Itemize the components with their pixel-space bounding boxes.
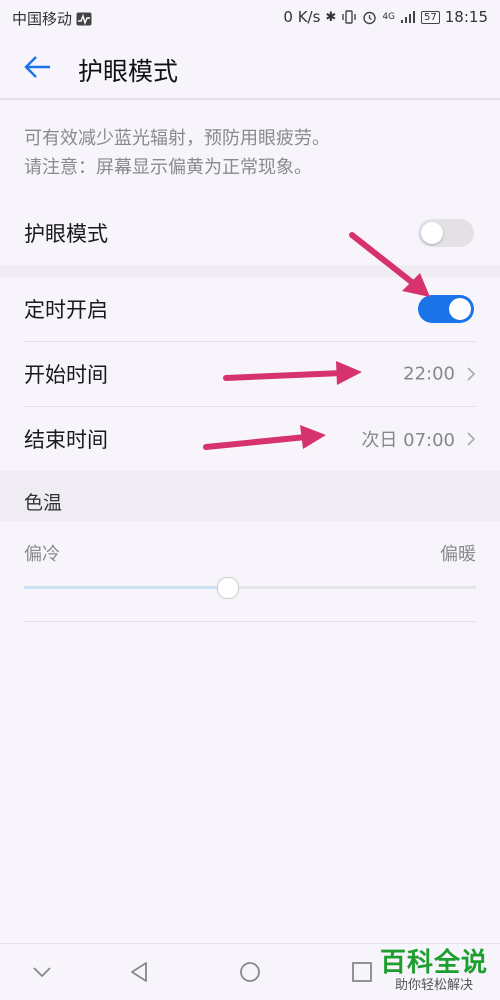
bluetooth-icon: ✱ <box>325 9 337 25</box>
status-bar: 中国移动 0 K/s ✱ 4G 57 18:15 <box>0 0 500 34</box>
description: 可有效减少蓝光辐射，预防用眼疲劳。 请注意：屏幕显示偏黄为正常现象。 <box>24 124 330 182</box>
page-title: 护眼模式 <box>78 57 179 86</box>
nav-home-icon[interactable] <box>236 958 264 986</box>
slider-fill <box>24 586 228 589</box>
network-speed: 0 K/s <box>283 8 321 26</box>
warm-label: 偏暖 <box>440 544 476 565</box>
watermark-subtitle: 助你轻松解决 <box>394 978 473 993</box>
chevron-right-icon <box>467 367 476 381</box>
divider <box>24 621 476 622</box>
color-temp-header-band <box>0 471 500 521</box>
color-temp-section-title: 色温 <box>24 492 63 514</box>
cool-label: 偏冷 <box>24 544 60 565</box>
status-right: 0 K/s ✱ 4G 57 18:15 <box>283 8 488 26</box>
app-header: 护眼模式 <box>0 34 500 100</box>
vibrate-icon <box>342 10 357 24</box>
color-temp-slider[interactable] <box>24 577 476 599</box>
end-time-value: 次日 07:00 <box>361 430 455 451</box>
nav-back-icon[interactable] <box>126 958 154 986</box>
start-time-label: 开始时间 <box>24 363 108 387</box>
collapse-chevron-icon[interactable] <box>28 958 56 986</box>
description-line-1: 可有效减少蓝光辐射，预防用眼疲劳。 <box>24 128 330 149</box>
back-arrow-icon[interactable] <box>22 52 52 82</box>
description-line-2: 请注意：屏幕显示偏黄为正常现象。 <box>24 157 312 178</box>
annotation-arrow-icon <box>349 232 430 297</box>
end-time-label: 结束时间 <box>24 428 108 452</box>
activity-icon <box>76 12 92 25</box>
signal-icon <box>401 11 416 23</box>
start-time-value: 22:00 <box>403 363 455 385</box>
watermark-logo: 百科全说 助你轻松解决 <box>380 948 488 994</box>
schedule-label: 定时开启 <box>24 298 108 322</box>
watermark-title: 百科全说 <box>379 948 488 978</box>
annotation-arrow-icon <box>203 425 326 450</box>
battery-icon: 57 <box>421 10 440 24</box>
clock: 18:15 <box>444 8 488 26</box>
alarm-icon <box>363 11 377 24</box>
nav-recents-icon[interactable] <box>348 958 376 986</box>
carrier-label: 中国移动 <box>12 10 73 28</box>
slider-thumb[interactable] <box>217 577 240 599</box>
status-left: 中国移动 <box>12 8 92 29</box>
toggle-knob <box>449 298 471 320</box>
chevron-right-icon <box>467 432 476 446</box>
eye-mode-label: 护眼模式 <box>24 222 108 246</box>
4g-icon: 4G <box>382 12 396 22</box>
annotation-arrow-icon <box>223 361 362 385</box>
